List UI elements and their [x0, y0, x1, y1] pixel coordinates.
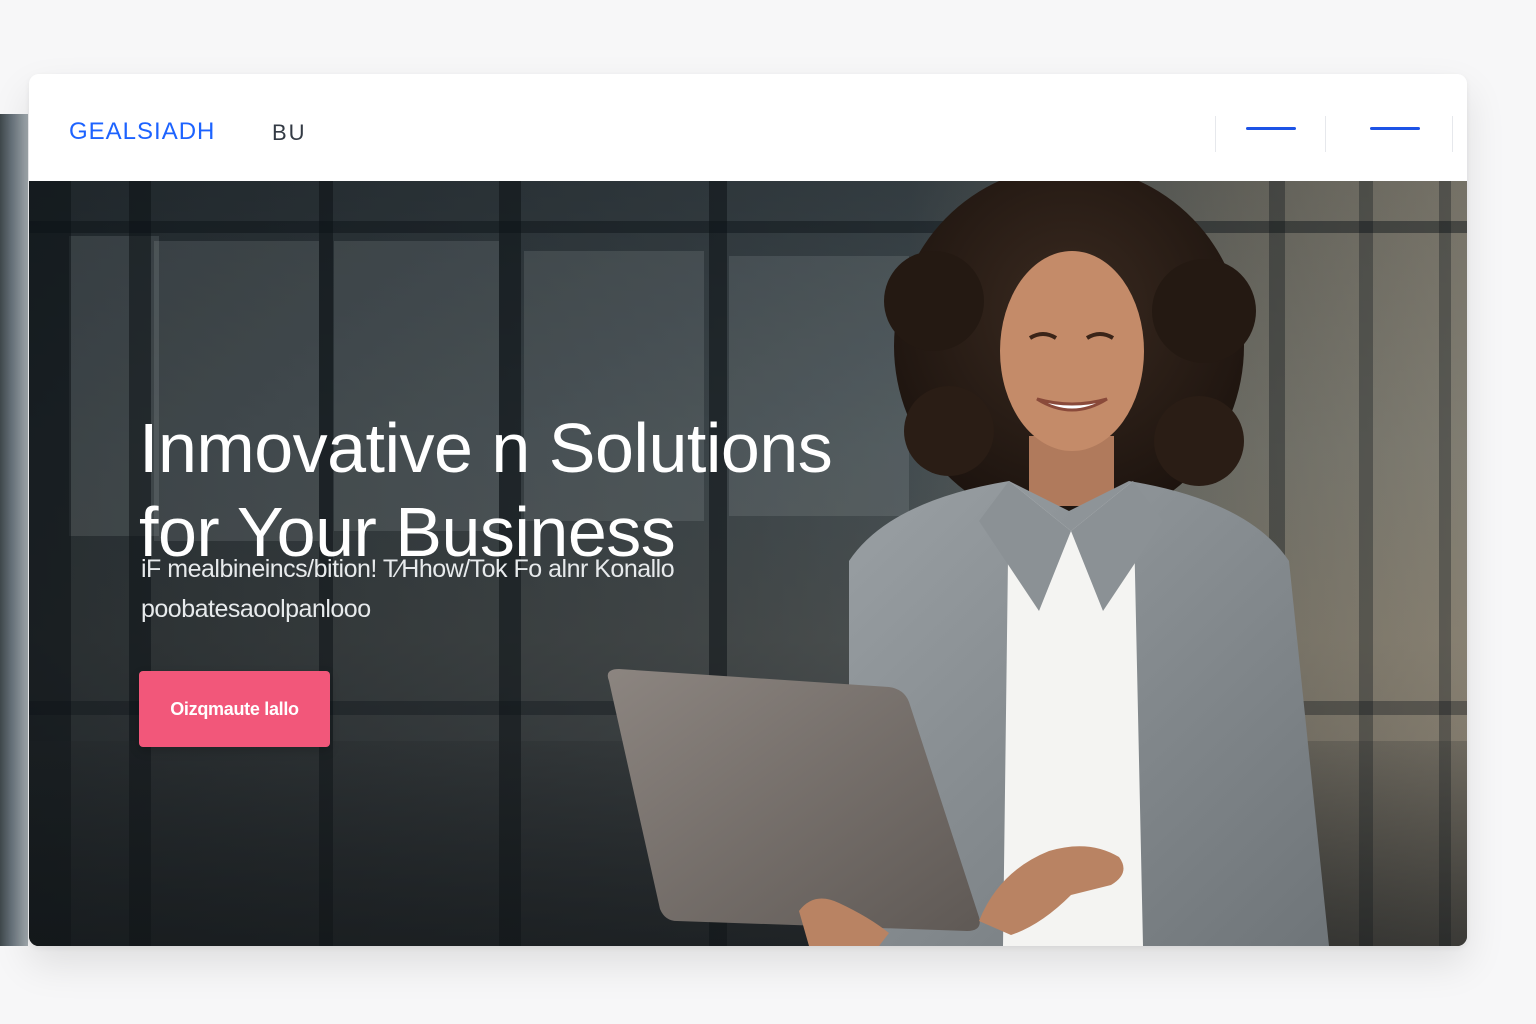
- nav-divider: [1452, 116, 1453, 152]
- hero-section: Inmovative n Solutions for Your Business…: [29, 181, 1467, 946]
- nav-link[interactable]: BU: [272, 120, 307, 146]
- dash-icon[interactable]: [1370, 127, 1420, 130]
- browser-window: GEALSIADH BU Inmovative n Solutions for …: [29, 74, 1467, 946]
- cta-button[interactable]: Oizqmaute lallo: [139, 671, 330, 747]
- hero-subtitle-line: poobatesaoolpanlooo: [141, 595, 371, 623]
- dash-icon[interactable]: [1246, 127, 1296, 130]
- hero-subtitle: iF mealbineincs/bition! T∕Hhow/Tok Fo al…: [141, 549, 781, 629]
- nav-divider: [1325, 116, 1326, 152]
- nav-divider: [1215, 116, 1216, 152]
- site-logo[interactable]: GEALSIADH: [69, 118, 215, 146]
- background-window-edge: [0, 114, 28, 946]
- hero-subtitle-line: iF mealbineincs/bition! T∕Hhow/Tok Fo al…: [141, 555, 675, 583]
- top-navbar: GEALSIADH BU: [29, 74, 1467, 181]
- hero-title-line: Inmovative n Solutions: [139, 408, 833, 487]
